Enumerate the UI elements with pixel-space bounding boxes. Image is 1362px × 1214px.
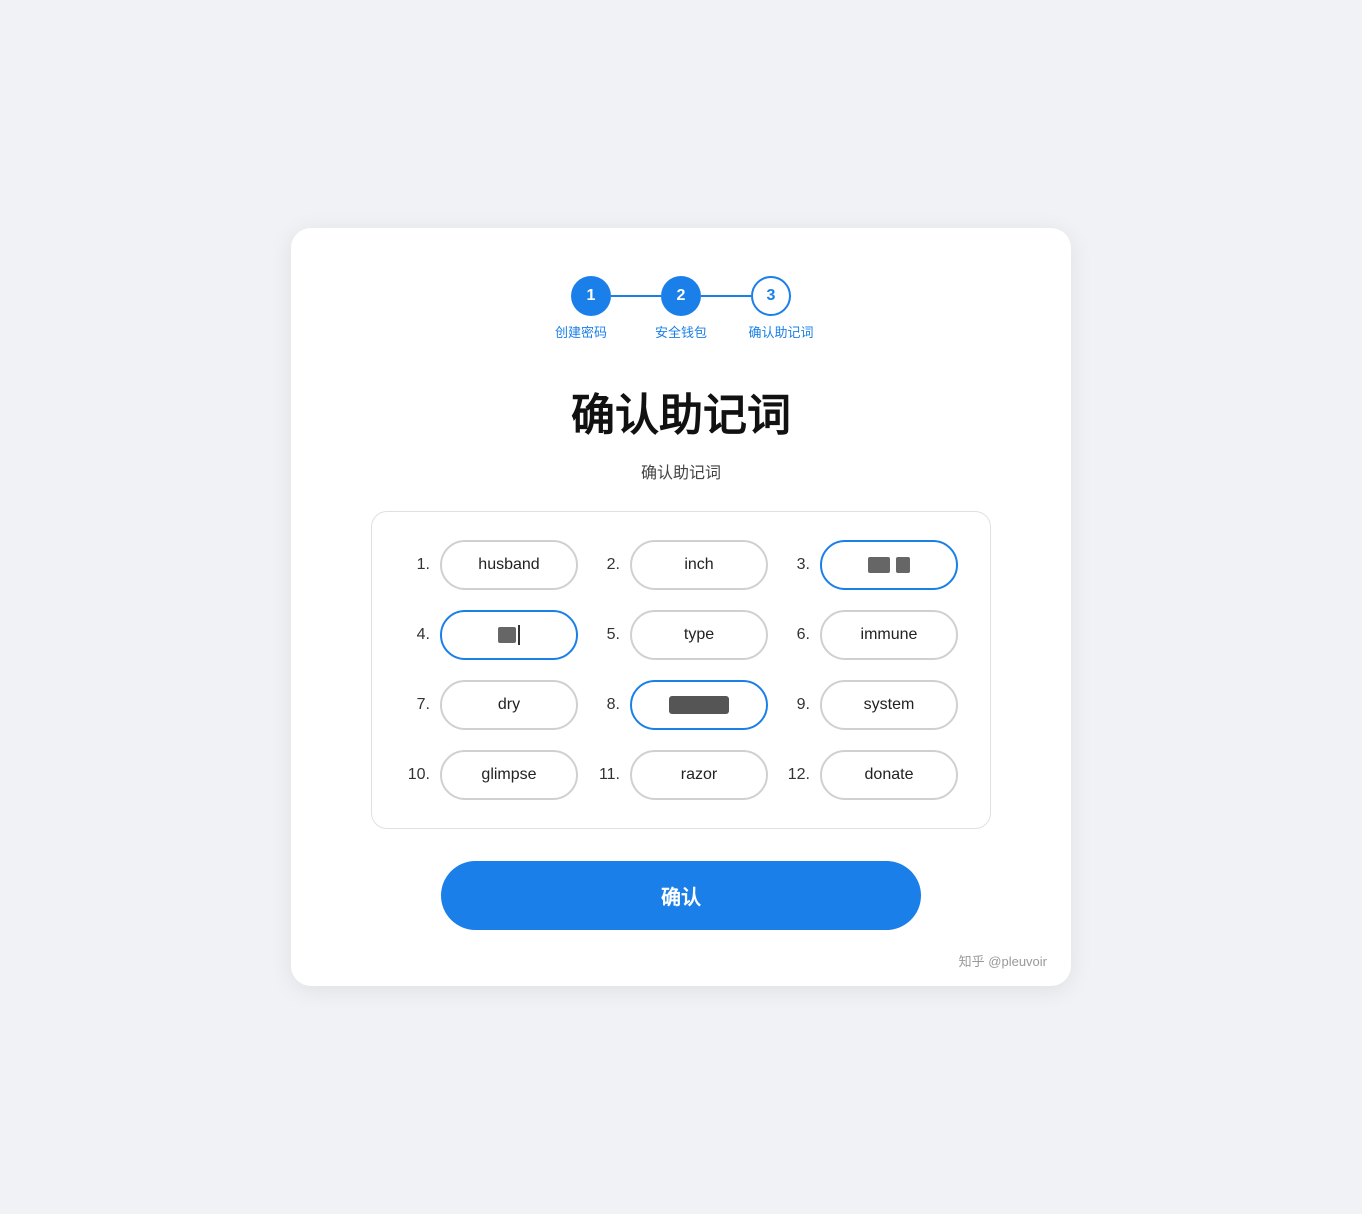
word-pill-7[interactable]: dry <box>440 680 578 730</box>
word-item-5: 5. type <box>594 610 768 660</box>
word-number-9: 9. <box>784 696 810 714</box>
main-card: 1 2 3 创建密码 安全钱包 确认助记词 确认助记词 确认助记词 1. <box>291 228 1071 985</box>
stepper: 1 2 3 创建密码 安全钱包 确认助记词 <box>371 276 991 342</box>
word-number-1: 1. <box>404 556 430 574</box>
word-number-8: 8. <box>594 696 620 714</box>
censor-block-3b <box>896 557 910 573</box>
word-item-6: 6. immune <box>784 610 958 660</box>
word-item-12: 12. donate <box>784 750 958 800</box>
sub-title: 确认助记词 <box>371 459 991 483</box>
word-pill-2[interactable]: inch <box>630 540 768 590</box>
word-pill-4[interactable] <box>440 610 578 660</box>
censor-block-8 <box>669 696 729 714</box>
step-3-label: 确认助记词 <box>746 324 816 342</box>
word-number-4: 4. <box>404 626 430 644</box>
step-2-circle: 2 <box>661 276 701 316</box>
word-pill-10[interactable]: glimpse <box>440 750 578 800</box>
word-item-1: 1. husband <box>404 540 578 590</box>
word-pill-6[interactable]: immune <box>820 610 958 660</box>
word-pill-12[interactable]: donate <box>820 750 958 800</box>
word-item-9: 9. system <box>784 680 958 730</box>
cursor-4 <box>518 625 520 645</box>
watermark: 知乎 @pleuvoir <box>959 951 1047 970</box>
word-number-2: 2. <box>594 556 620 574</box>
step-2-label: 安全钱包 <box>646 324 716 342</box>
word-item-11: 11. razor <box>594 750 768 800</box>
step-line-1 <box>611 295 661 297</box>
word-pill-11[interactable]: razor <box>630 750 768 800</box>
word-item-3: 3. <box>784 540 958 590</box>
word-number-5: 5. <box>594 626 620 644</box>
censor-4 <box>498 627 516 643</box>
page-title: 确认助记词 <box>371 379 991 443</box>
word-number-10: 10. <box>404 766 430 784</box>
word-number-11: 11. <box>594 766 620 784</box>
censor-block-4a <box>498 627 516 643</box>
step-3-circle: 3 <box>751 276 791 316</box>
word-grid: 1. husband 2. inch 3. 4. <box>404 540 958 800</box>
word-number-6: 6. <box>784 626 810 644</box>
word-pill-8[interactable] <box>630 680 768 730</box>
word-number-3: 3. <box>784 556 810 574</box>
step-1-label: 创建密码 <box>546 324 616 342</box>
word-item-2: 2. inch <box>594 540 768 590</box>
word-item-4: 4. <box>404 610 578 660</box>
censor-block-3a <box>868 557 890 573</box>
word-pill-5[interactable]: type <box>630 610 768 660</box>
step-1-circle: 1 <box>571 276 611 316</box>
word-pill-3[interactable] <box>820 540 958 590</box>
stepper-labels: 创建密码 安全钱包 确认助记词 <box>546 324 816 342</box>
confirm-button[interactable]: 确认 <box>441 861 921 930</box>
word-number-7: 7. <box>404 696 430 714</box>
word-item-7: 7. dry <box>404 680 578 730</box>
censor-8 <box>669 696 729 714</box>
word-item-8: 8. <box>594 680 768 730</box>
word-number-12: 12. <box>784 766 810 784</box>
step-line-2 <box>701 295 751 297</box>
word-pill-9[interactable]: system <box>820 680 958 730</box>
word-pill-1[interactable]: husband <box>440 540 578 590</box>
word-grid-container: 1. husband 2. inch 3. 4. <box>371 511 991 829</box>
word-item-10: 10. glimpse <box>404 750 578 800</box>
censor-3 <box>868 557 910 573</box>
stepper-circles: 1 2 3 <box>571 276 791 316</box>
